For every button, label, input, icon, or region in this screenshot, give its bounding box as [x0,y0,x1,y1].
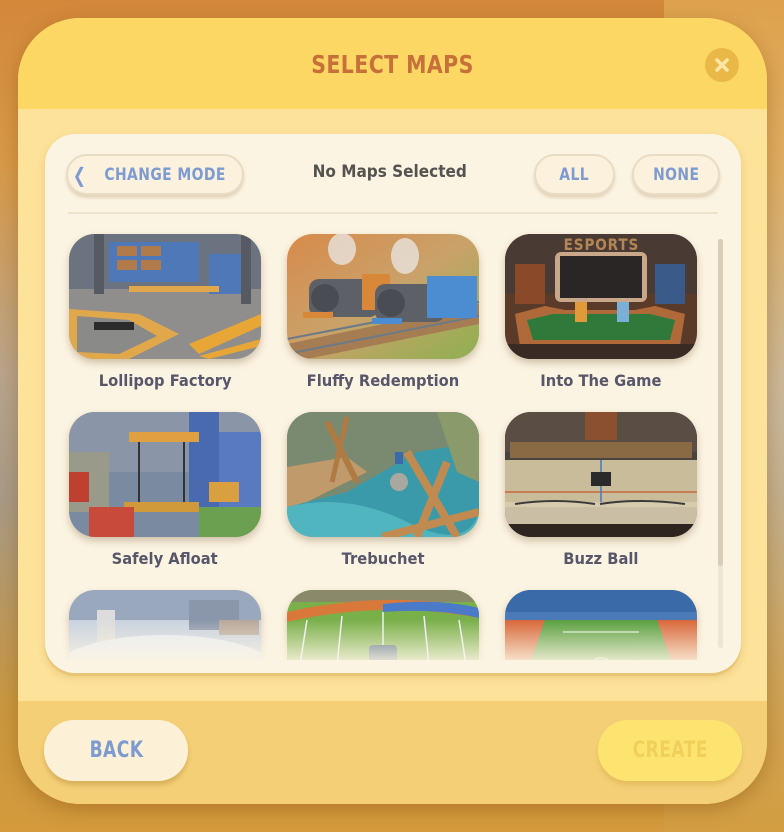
map-card-winter[interactable] [69,590,261,660]
map-card-stadium[interactable] [505,590,697,660]
change-mode-button[interactable]: ❮ CHANGE MODE [66,154,244,195]
map-card-trebuchet[interactable]: Trebuchet [287,412,479,582]
select-all-button[interactable]: ALL [534,154,615,195]
dialog-header: SELECT MAPS [18,18,767,109]
select-maps-dialog: SELECT MAPS ❮ CHANGE MODE No Maps Select… [18,18,767,804]
map-card-field[interactable] [287,590,479,660]
map-thumbnail [69,590,261,660]
map-name: Fluffy Redemption [306,371,460,390]
close-x-icon [715,58,729,72]
map-thumbnail: ESPORTS [505,234,697,359]
select-none-label: NONE [652,164,700,185]
dialog-title: SELECT MAPS [311,50,474,79]
map-thumbnail [287,234,479,359]
map-thumbnail [69,234,261,359]
map-card-into-the-game[interactable]: ESPORTS Into The Game [505,234,697,404]
map-card-safely-afloat[interactable]: Safely Afloat [69,412,261,582]
map-grid: Lollipop Factory Fluffy Redemption ESPOR… [45,224,717,660]
create-button[interactable]: CREATE [598,720,742,781]
map-card-fluffy-redemption[interactable]: Fluffy Redemption [287,234,479,404]
map-thumbnail [69,412,261,537]
map-thumbnail [287,412,479,537]
chevron-left-icon: ❮ [73,162,87,187]
divider [68,212,718,214]
map-thumbnail [505,590,697,660]
esports-sign: ESPORTS [563,235,639,254]
map-name: Into The Game [540,371,662,390]
map-name: Safely Afloat [111,549,219,568]
select-none-button[interactable]: NONE [632,154,720,195]
map-thumbnail [287,590,479,660]
map-card-lollipop-factory[interactable]: Lollipop Factory [69,234,261,404]
back-label: BACK [89,738,143,763]
map-thumbnail [505,412,697,537]
map-card-buzz-ball[interactable]: Buzz Ball [505,412,697,582]
map-selection-panel: ❮ CHANGE MODE No Maps Selected ALL NONE [45,134,741,673]
back-button[interactable]: BACK [44,720,188,781]
selection-status: No Maps Selected [275,162,505,182]
scrollbar-thumb[interactable] [718,239,723,566]
selection-status-text: No Maps Selected [312,162,468,182]
select-all-label: ALL [559,164,590,185]
close-button[interactable] [705,48,739,82]
map-name: Trebuchet [341,549,425,568]
create-label: CREATE [632,738,708,763]
map-name: Buzz Ball [563,549,639,568]
change-mode-label: CHANGE MODE [103,164,226,185]
map-name: Lollipop Factory [98,371,232,390]
